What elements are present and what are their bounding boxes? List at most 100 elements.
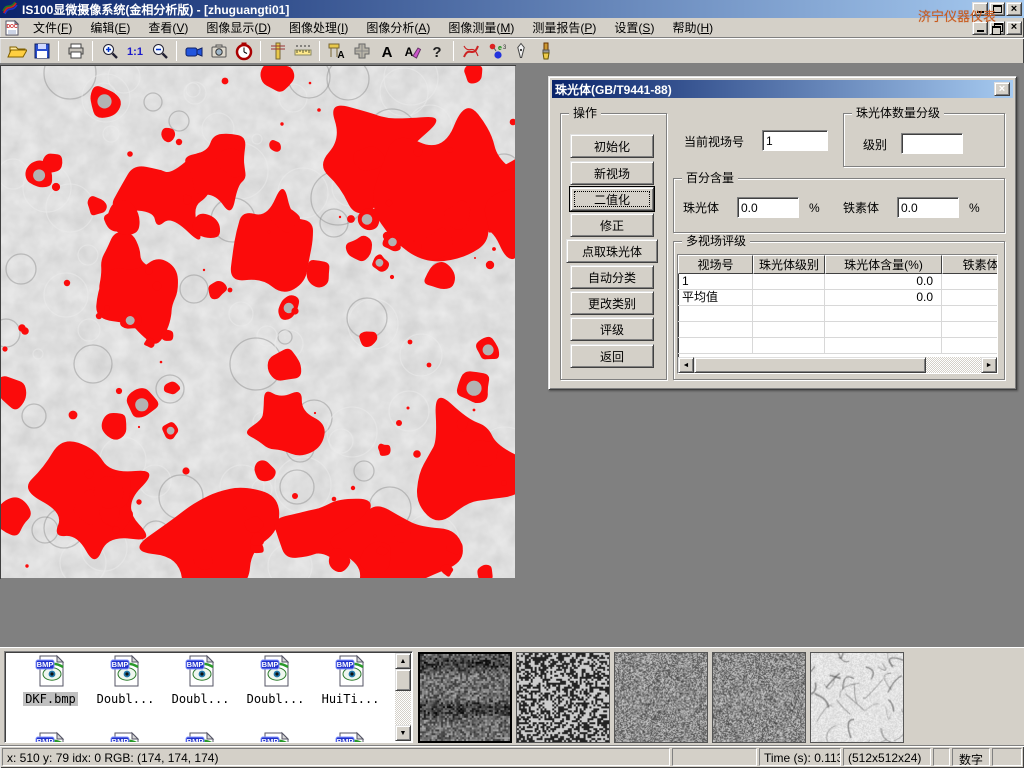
menu-item-file[interactable]: 文件(F) xyxy=(24,17,81,38)
operations-group-label: 操作 xyxy=(569,106,601,121)
menu-item-image-processing[interactable]: 图像处理(I) xyxy=(280,17,357,38)
file-item-row2[interactable]: BMP xyxy=(238,731,313,743)
table-row[interactable] xyxy=(678,338,997,354)
curve-tool-button[interactable] xyxy=(458,39,483,63)
scroll-left-icon[interactable]: ◄ xyxy=(678,357,694,373)
file-item-row2[interactable]: BMP xyxy=(313,731,388,743)
save-button[interactable] xyxy=(29,39,54,63)
text-annotation-button[interactable]: A xyxy=(374,39,399,63)
close-button[interactable]: × xyxy=(1006,2,1022,16)
return-button[interactable]: 返回 xyxy=(570,344,654,368)
sample-thumbnail-5[interactable] xyxy=(810,652,904,743)
maximize-button[interactable] xyxy=(989,2,1005,16)
pen-tool-button[interactable] xyxy=(508,39,533,63)
grid-tool-button[interactable] xyxy=(349,39,374,63)
open-file-button[interactable] xyxy=(4,39,29,63)
file-item-double-1[interactable]: BMPDoubl... xyxy=(88,654,163,706)
svg-text:A: A xyxy=(381,44,392,61)
sample-thumbnail-4[interactable] xyxy=(712,652,806,743)
multi-field-table[interactable]: 视场号 珠光体级别 珠光体含量(%) 铁素体含量(%) 1 0.0 平均值 0.… xyxy=(677,254,998,374)
file-list[interactable]: BMPDKF.bmp BMPDoubl... BMPDoubl... BMPDo… xyxy=(4,651,413,743)
auto-classify-button[interactable]: 自动分类 xyxy=(570,265,654,289)
dialog-title-bar[interactable]: 珠光体(GB/T9441-88) × xyxy=(552,80,1013,98)
file-list-scrollbar[interactable]: ▲ ▼ xyxy=(395,653,411,741)
video-capture-button[interactable] xyxy=(181,39,206,63)
file-item-dkf[interactable]: BMPDKF.bmp xyxy=(13,654,88,706)
ruler-measure-button[interactable] xyxy=(290,39,315,63)
app-icon xyxy=(2,1,18,18)
mdi-close-button[interactable]: × xyxy=(1006,21,1022,35)
zoom-in-button[interactable] xyxy=(97,39,122,63)
header-pearlite-grade: 珠光体级别 xyxy=(753,255,825,274)
new-field-button[interactable]: 新视场 xyxy=(570,161,654,185)
file-item-double-2[interactable]: BMPDoubl... xyxy=(163,654,238,706)
scrollbar-thumb[interactable] xyxy=(395,669,411,691)
menu-item-image-measure[interactable]: 图像测量(M) xyxy=(439,17,523,38)
scroll-right-icon[interactable]: ► xyxy=(981,357,997,373)
menu-item-help[interactable]: 帮助(H) xyxy=(663,17,722,38)
scroll-down-icon[interactable]: ▼ xyxy=(395,725,411,741)
table-row[interactable]: 1 0.0 xyxy=(678,274,997,290)
scroll-up-icon[interactable]: ▲ xyxy=(395,653,411,669)
bmp-file-icon: BMP xyxy=(334,731,368,743)
bmp-file-icon: BMP xyxy=(34,654,68,688)
grade-button[interactable]: 评级 xyxy=(570,317,654,341)
menu-item-edit[interactable]: 编辑(E) xyxy=(81,17,139,38)
menu-item-image-analysis[interactable]: 图像分析(A) xyxy=(357,17,439,38)
zoom-in-icon xyxy=(100,41,120,61)
pearlite-percent-input[interactable] xyxy=(737,197,799,218)
current-field-input[interactable] xyxy=(762,130,828,151)
menu-item-view[interactable]: 查看(V) xyxy=(139,17,197,38)
bmp-file-icon: BMP xyxy=(109,654,143,688)
file-item-huiti[interactable]: BMPHuiTi... xyxy=(313,654,388,706)
scrollbar-thumb[interactable] xyxy=(694,357,926,373)
caliper-measure-button[interactable] xyxy=(265,39,290,63)
minimize-button[interactable] xyxy=(972,2,988,16)
file-item-row2[interactable]: BMP xyxy=(13,731,88,743)
edit-text-button[interactable]: A xyxy=(399,39,424,63)
multi-field-group-label: 多视场评级 xyxy=(682,234,750,249)
file-name-label: Doubl... xyxy=(245,692,307,706)
brush-tool-button[interactable] xyxy=(533,39,558,63)
text-edit-icon: A xyxy=(402,41,422,61)
change-class-button[interactable]: 更改类别 xyxy=(570,291,654,315)
document-icon[interactable]: DOC xyxy=(4,20,20,36)
menu-item-report[interactable]: 测量报告(P) xyxy=(523,17,605,38)
menu-item-settings[interactable]: 设置(S) xyxy=(605,17,663,38)
file-item-row2[interactable]: BMP xyxy=(88,731,163,743)
mdi-minimize-button[interactable] xyxy=(972,21,988,35)
table-row[interactable] xyxy=(678,322,997,338)
svg-text:BMP: BMP xyxy=(111,737,128,743)
table-horizontal-scrollbar[interactable]: ◄ ► xyxy=(678,357,997,373)
init-button[interactable]: 初始化 xyxy=(570,134,654,158)
binarize-button[interactable]: 二值化 xyxy=(570,187,654,211)
print-button[interactable] xyxy=(63,39,88,63)
help-button[interactable]: ? xyxy=(424,39,449,63)
actual-size-button[interactable]: 1:1 xyxy=(122,39,147,63)
timer-button[interactable] xyxy=(231,39,256,63)
correct-button[interactable]: 修正 xyxy=(570,213,654,237)
menu-item-image-display[interactable]: 图像显示(D) xyxy=(197,17,280,38)
sample-thumbnail-3[interactable] xyxy=(614,652,708,743)
sample-thumbnail-2[interactable] xyxy=(516,652,610,743)
measure-text-icon: A xyxy=(327,41,347,61)
pick-pearlite-button[interactable]: 点取珠光体 xyxy=(566,239,658,263)
file-item-row2[interactable]: BMP xyxy=(163,731,238,743)
measure-label-button[interactable]: A xyxy=(324,39,349,63)
toolbar-separator xyxy=(453,41,454,61)
status-blank-panel xyxy=(933,748,950,766)
classify-tool-button[interactable]: e3 xyxy=(483,39,508,63)
file-item-double-3[interactable]: BMPDoubl... xyxy=(238,654,313,706)
sample-thumbnail-1[interactable] xyxy=(418,652,512,743)
ferrite-percent-input[interactable] xyxy=(897,197,959,218)
level-input[interactable] xyxy=(901,133,963,154)
zoom-out-button[interactable] xyxy=(147,39,172,63)
image-size-panel: (512x512x24) xyxy=(843,748,931,766)
dialog-close-button[interactable]: × xyxy=(994,82,1010,96)
snapshot-button[interactable] xyxy=(206,39,231,63)
mdi-restore-button[interactable] xyxy=(989,21,1005,35)
table-row[interactable]: 平均值 0.0 xyxy=(678,290,997,306)
table-row[interactable] xyxy=(678,306,997,322)
micrograph-image[interactable] xyxy=(0,65,516,579)
ruler-icon xyxy=(293,41,313,61)
